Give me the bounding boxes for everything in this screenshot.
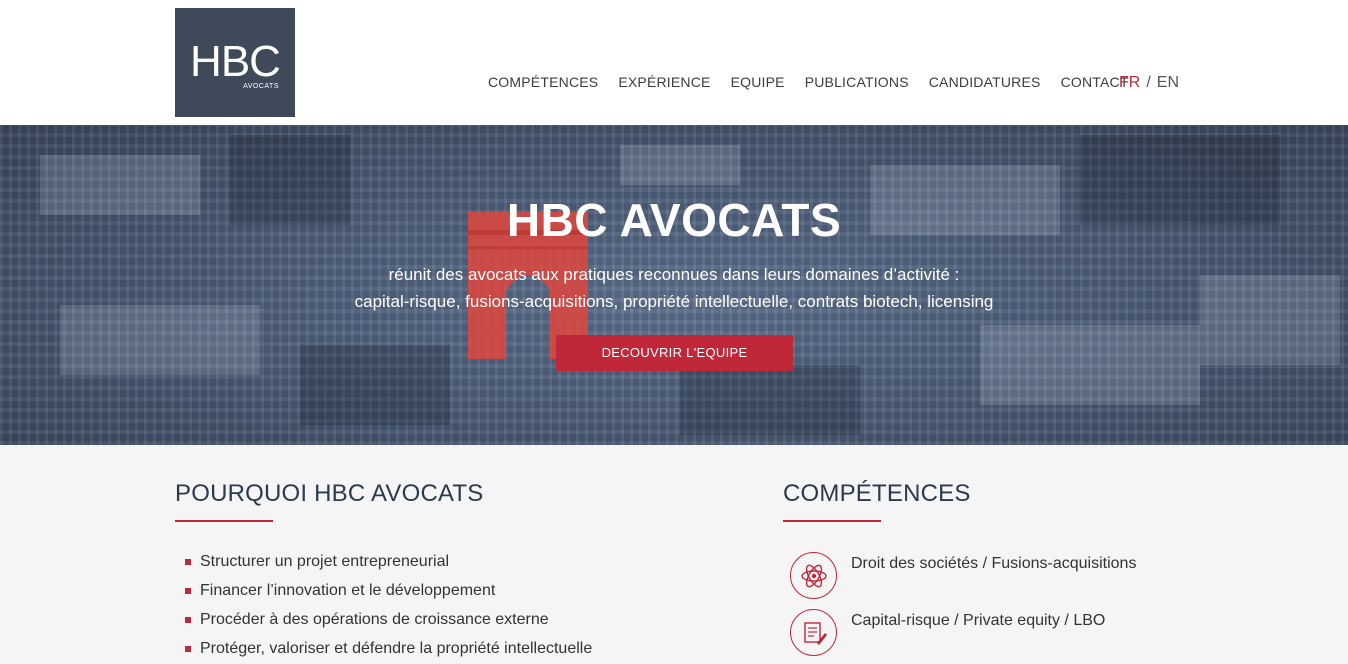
competence-label: Droit des sociétés / Fusions-acquisition…: [851, 555, 1137, 572]
city-texture: [1200, 275, 1340, 365]
city-texture: [60, 305, 260, 375]
hbc-logo[interactable]: HBC AVOCATS: [175, 8, 295, 117]
nav-candidatures[interactable]: CANDIDATURES: [929, 74, 1041, 94]
lang-fr[interactable]: FR: [1119, 74, 1140, 91]
list-item: Procéder à des opérations de croissance …: [185, 605, 592, 634]
nav-experience[interactable]: EXPÉRIENCE: [618, 74, 710, 94]
list-item: Protéger, valoriser et défendre la propr…: [185, 634, 592, 663]
why-list: Structurer un projet entrepreneurial Fin…: [185, 547, 592, 663]
why-title: POURQUOI HBC AVOCATS: [175, 480, 484, 507]
lang-separator: /: [1146, 74, 1151, 91]
city-texture: [980, 325, 1200, 405]
hero-subtitle-line1: réunit des avocats aux pratiques reconnu…: [388, 265, 960, 284]
competence-item-corporate[interactable]: Droit des sociétés / Fusions-acquisition…: [790, 552, 1190, 600]
city-texture: [680, 365, 860, 435]
city-texture: [620, 145, 740, 185]
document-pen-icon: [804, 622, 827, 645]
discover-team-button[interactable]: DECOUVRIR L'EQUIPE: [556, 335, 793, 371]
list-item: Financer l’innovation et le développemen…: [185, 576, 592, 605]
city-texture: [300, 345, 450, 425]
nav-competences[interactable]: COMPÉTENCES: [488, 74, 598, 94]
atom-icon: [801, 564, 827, 588]
competence-item-private-equity[interactable]: Capital-risque / Private equity / LBO: [790, 609, 1190, 657]
competences-title-underline: [783, 520, 881, 522]
logo-mark: HBC: [190, 37, 281, 86]
why-title-underline: [175, 520, 273, 522]
nav-equipe[interactable]: EQUIPE: [731, 74, 785, 94]
competence-icon-circle: [790, 552, 837, 599]
nav-publications[interactable]: PUBLICATIONS: [805, 74, 909, 94]
hero-title: HBC AVOCATS: [506, 194, 842, 246]
hero-banner: HBC AVOCATS réunit des avocats aux prati…: [0, 125, 1348, 445]
main-nav: COMPÉTENCES EXPÉRIENCE EQUIPE PUBLICATIO…: [488, 74, 1149, 94]
competence-icon-circle: [790, 609, 837, 656]
hero-subtitle-line2: capital-risque, fusions-acquisitions, pr…: [354, 292, 994, 311]
site-header: HBC AVOCATS COMPÉTENCES EXPÉRIENCE EQUIP…: [0, 0, 1348, 125]
competences-title: COMPÉTENCES: [783, 480, 971, 507]
logo-tagline: AVOCATS: [243, 83, 279, 90]
list-item: Structurer un projet entrepreneurial: [185, 547, 592, 576]
language-switcher: FR / EN: [1119, 74, 1179, 92]
competence-label: Capital-risque / Private equity / LBO: [851, 612, 1106, 629]
lang-en[interactable]: EN: [1157, 74, 1179, 91]
